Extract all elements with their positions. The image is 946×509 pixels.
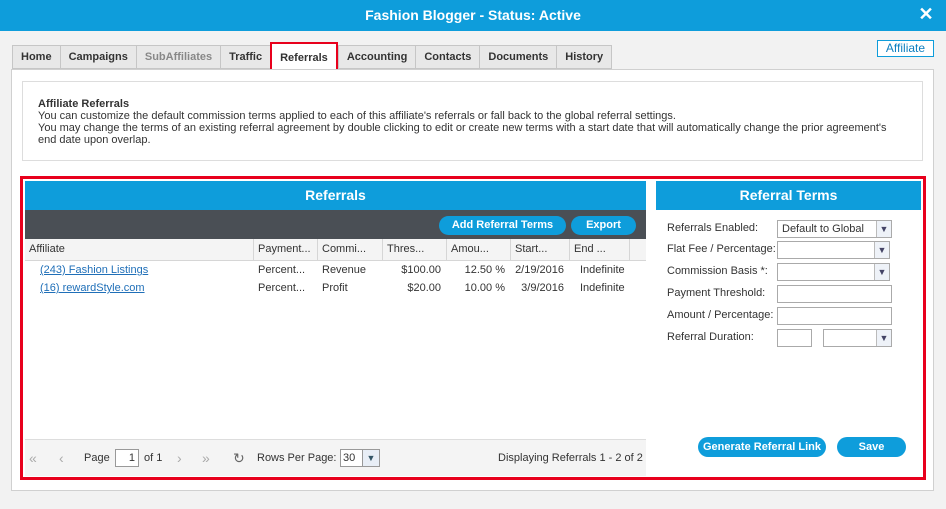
cell-amount: 12.50 % [464, 264, 505, 276]
window-title: Fashion Blogger - Status: Active [365, 7, 581, 23]
window-titlebar: Fashion Blogger - Status: Active ✕ [0, 0, 946, 31]
amount-percentage-label: Amount / Percentage: [667, 309, 774, 321]
tab-campaigns[interactable]: Campaigns [59, 45, 136, 69]
add-referral-terms-button[interactable]: Add Referral Terms [439, 216, 566, 235]
amount-percentage-input[interactable] [777, 307, 892, 325]
pagination-bar: « ‹ Page 1 of 1 › » ↻ Rows Per Page: 30 … [25, 439, 646, 476]
referral-duration-unit-select[interactable]: ▼ [823, 329, 892, 347]
referral-duration-input[interactable] [777, 329, 812, 347]
tab-traffic[interactable]: Traffic [220, 45, 271, 69]
prev-page-icon[interactable]: ‹ [59, 449, 64, 467]
tab-contacts[interactable]: Contacts [415, 45, 480, 69]
chevron-down-icon[interactable]: ▼ [874, 242, 889, 258]
tab-subaffiliates[interactable]: SubAffiliates [135, 45, 221, 69]
cell-commission: Profit [322, 282, 348, 294]
generate-referral-link-button[interactable]: Generate Referral Link [698, 437, 826, 457]
referrals-enabled-select[interactable]: Default to Global ▼ [777, 220, 892, 238]
chevron-down-icon[interactable]: ▼ [362, 450, 379, 466]
cell-threshold: $20.00 [407, 282, 441, 294]
chevron-down-icon[interactable]: ▼ [876, 221, 891, 237]
last-page-icon[interactable]: » [202, 449, 210, 467]
affiliate-link[interactable]: (243) Fashion Listings [25, 261, 254, 279]
commission-basis-select[interactable]: ▼ [777, 263, 890, 281]
cell-start: 3/9/2016 [521, 282, 564, 294]
info-line-1: You can customize the default commission… [38, 110, 676, 122]
cell-amount: 10.00 % [464, 282, 505, 294]
refresh-icon[interactable]: ↻ [233, 449, 245, 467]
tab-home[interactable]: Home [12, 45, 60, 69]
affiliate-badge: Affiliate [877, 40, 934, 57]
column-header-start[interactable]: Start... [511, 239, 570, 260]
flat-fee-label: Flat Fee / Percentage: [667, 243, 776, 255]
commission-basis-label: Commission Basis *: [667, 265, 768, 277]
save-button[interactable]: Save [837, 437, 906, 457]
table-row[interactable]: (243) Fashion Listings Percent... Revenu… [25, 261, 646, 279]
cell-end: Indefinite [580, 264, 625, 276]
info-line-2: You may change the terms of an existing … [38, 122, 887, 146]
tab-documents[interactable]: Documents [479, 45, 557, 69]
column-header-amount[interactable]: Amou... [447, 239, 511, 260]
display-status: Displaying Referrals 1 - 2 of 2 [498, 452, 643, 464]
referrals-enabled-label: Referrals Enabled: [667, 222, 759, 234]
info-heading: Affiliate Referrals [38, 98, 130, 110]
cell-start: 2/19/2016 [515, 264, 564, 276]
tab-accounting[interactable]: Accounting [337, 45, 416, 69]
grid-header: Affiliate Payment... Commi... Thres... A… [25, 239, 646, 261]
column-header-threshold[interactable]: Thres... [383, 239, 447, 260]
tab-bar: Home Campaigns SubAffiliates Traffic Ref… [12, 42, 613, 72]
tab-history[interactable]: History [556, 45, 613, 69]
cell-payment: Percent... [258, 264, 306, 276]
cell-threshold: $100.00 [401, 264, 441, 276]
referrals-panel: Referrals Add Referral Terms Export Affi… [25, 181, 646, 476]
referral-terms-panel: Referral Terms Referrals Enabled: Defaul… [656, 181, 921, 476]
page-label: Page [84, 452, 110, 464]
page-number-input[interactable]: 1 [115, 449, 139, 467]
next-page-icon[interactable]: › [177, 449, 182, 467]
rows-per-page-select[interactable]: 30 ▼ [340, 449, 380, 467]
cell-payment: Percent... [258, 282, 306, 294]
referrals-toolbar: Add Referral Terms Export [25, 210, 646, 239]
payment-threshold-input[interactable] [777, 285, 892, 303]
info-box: Affiliate Referrals You can customize th… [22, 81, 923, 161]
tab-referrals[interactable]: Referrals [270, 42, 338, 72]
close-icon[interactable]: ✕ [916, 4, 936, 24]
cell-end: Indefinite [580, 282, 625, 294]
column-header-commission[interactable]: Commi... [318, 239, 383, 260]
chevron-down-icon[interactable]: ▼ [876, 330, 891, 346]
first-page-icon[interactable]: « [29, 449, 37, 467]
referral-duration-label: Referral Duration: [667, 331, 754, 343]
payment-threshold-label: Payment Threshold: [667, 287, 766, 299]
export-button[interactable]: Export [571, 216, 636, 235]
rows-per-page-label: Rows Per Page: [257, 452, 337, 464]
column-header-affiliate[interactable]: Affiliate [25, 239, 254, 260]
referrals-panel-title: Referrals [25, 181, 646, 210]
flat-fee-select[interactable]: ▼ [777, 241, 890, 259]
column-header-payment[interactable]: Payment... [254, 239, 318, 260]
table-row[interactable]: (16) rewardStyle.com Percent... Profit $… [25, 279, 646, 297]
cell-commission: Revenue [322, 264, 367, 276]
affiliate-link[interactable]: (16) rewardStyle.com [25, 279, 254, 297]
rows-per-page-value: 30 [343, 452, 356, 464]
referral-terms-title: Referral Terms [656, 181, 921, 210]
page-count: of 1 [144, 452, 163, 464]
chevron-down-icon[interactable]: ▼ [874, 264, 889, 280]
column-header-end[interactable]: End ... [570, 239, 630, 260]
referrals-enabled-value: Default to Global [782, 223, 864, 235]
